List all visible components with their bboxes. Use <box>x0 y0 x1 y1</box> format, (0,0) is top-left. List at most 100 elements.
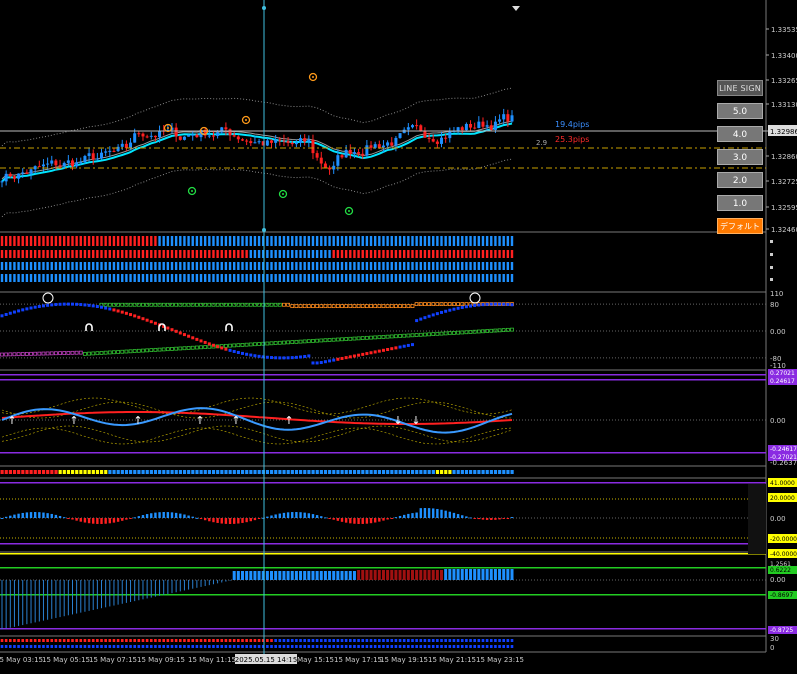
line-sign-1-button[interactable]: 1.0 <box>717 195 763 211</box>
strength-bar <box>100 250 103 258</box>
strength-bar <box>411 250 414 258</box>
candle <box>456 127 460 131</box>
strength-bar <box>436 236 439 246</box>
osc1-upper-square <box>340 304 344 309</box>
strength-bar <box>191 236 194 246</box>
strength-bar <box>461 236 464 246</box>
strength-bar <box>398 262 402 270</box>
dots-row-1 <box>120 639 124 642</box>
dots-row-1 <box>4 639 8 642</box>
osc1-dot <box>54 303 58 307</box>
osc3-top-purple-line <box>0 482 766 484</box>
dots-row-1 <box>253 639 257 642</box>
strength-bar <box>324 262 327 270</box>
strength-bar <box>282 262 286 270</box>
osc1-trend-square <box>83 351 87 356</box>
dots-row-1 <box>137 639 141 642</box>
strength-bar <box>270 236 273 246</box>
strength-bar <box>133 250 136 258</box>
strength-bar <box>216 236 219 246</box>
dots-row-2 <box>129 645 132 648</box>
candle <box>33 166 37 170</box>
candle <box>489 125 493 130</box>
osc3-histogram-bar <box>38 512 41 518</box>
strength-bar <box>477 274 481 282</box>
osc3-histogram-bar <box>382 518 385 521</box>
candle <box>133 133 137 143</box>
line-sign-5-button[interactable]: 5.0 <box>717 103 763 119</box>
dots-row-2 <box>46 645 49 648</box>
osc4-histogram-bar <box>406 570 410 580</box>
dots-row-2 <box>295 645 298 648</box>
signal-square <box>232 470 236 474</box>
osc1-dot <box>211 343 215 347</box>
strength-bar <box>62 250 66 258</box>
osc1-dot <box>493 302 497 306</box>
default-button[interactable]: デフォルト <box>717 218 763 234</box>
dots-row-1 <box>96 639 99 642</box>
strength-bar <box>108 274 112 282</box>
osc4-histogram-bar <box>357 570 361 580</box>
osc1-trend-square <box>423 332 427 337</box>
osc1-event-icon <box>42 292 54 304</box>
strength-bar <box>369 250 373 258</box>
strength-axis-marker <box>770 253 773 256</box>
strength-bar <box>170 250 174 258</box>
osc1-trend-square <box>286 340 290 345</box>
osc1-trend-square <box>8 352 13 357</box>
osc4-histogram-bar <box>381 570 385 580</box>
price-axis-label: 1.33400 <box>771 52 797 60</box>
strength-bar <box>415 262 418 270</box>
osc3-histogram-bar <box>340 518 344 522</box>
trading-chart[interactable]: 19.4pips25.3pips2.91.335351.334001.33265… <box>0 0 797 674</box>
strength-bar <box>510 250 514 258</box>
candle <box>464 123 468 131</box>
osc1-axis-label: 110 <box>770 290 783 298</box>
strength-bar <box>108 262 112 270</box>
signal-square <box>315 470 319 474</box>
osc4-histogram-bar <box>282 571 286 580</box>
osc3-histogram-bar <box>432 508 435 518</box>
osc3-histogram-bar <box>349 518 352 524</box>
dots-row-2 <box>324 645 327 648</box>
dots-row-2 <box>120 645 124 648</box>
strength-bar <box>108 236 112 246</box>
dots-row-1 <box>415 639 418 642</box>
osc1-trend-square <box>311 339 315 343</box>
line-sign-4-button[interactable]: 4.0 <box>717 126 763 142</box>
osc4-histogram-bar <box>352 571 356 580</box>
osc4-histogram-bar <box>510 569 514 580</box>
candle <box>75 162 79 167</box>
candle <box>120 143 124 147</box>
dots-row-2 <box>38 645 41 648</box>
osc3-histogram-bar <box>129 518 132 519</box>
dots-row-2 <box>174 645 178 648</box>
osc3-histogram-bar <box>174 512 178 518</box>
osc1-trend-square <box>24 352 29 356</box>
shift-marker-icon <box>512 6 520 11</box>
dots-row-1 <box>419 639 423 642</box>
strength-bar <box>46 262 49 270</box>
dots-row-1 <box>232 639 236 642</box>
strength-bar <box>249 262 252 270</box>
osc3-histogram-bar <box>498 518 501 520</box>
candle <box>390 142 394 146</box>
strength-bar <box>378 250 381 258</box>
strength-bar <box>315 236 319 246</box>
osc1-dot <box>431 313 435 317</box>
time-axis-label: 15 May 23:15 <box>476 656 524 664</box>
osc1-trend-square <box>157 347 162 352</box>
strength-bar <box>83 274 87 282</box>
osc1-trend-square <box>269 341 274 346</box>
line-sign-3-button[interactable]: 3.0 <box>717 149 763 165</box>
strength-bar <box>249 236 252 246</box>
dots-row-1 <box>340 639 344 642</box>
line-sign-2-button[interactable]: 2.0 <box>717 172 763 188</box>
osc3-histogram-bar <box>9 515 12 518</box>
dots-row-1 <box>54 639 58 642</box>
strength-bar <box>336 274 340 282</box>
strength-bar <box>96 236 99 246</box>
signal-square <box>510 470 514 474</box>
signal-square <box>464 470 469 474</box>
osc2-top-purple-line <box>0 374 766 376</box>
